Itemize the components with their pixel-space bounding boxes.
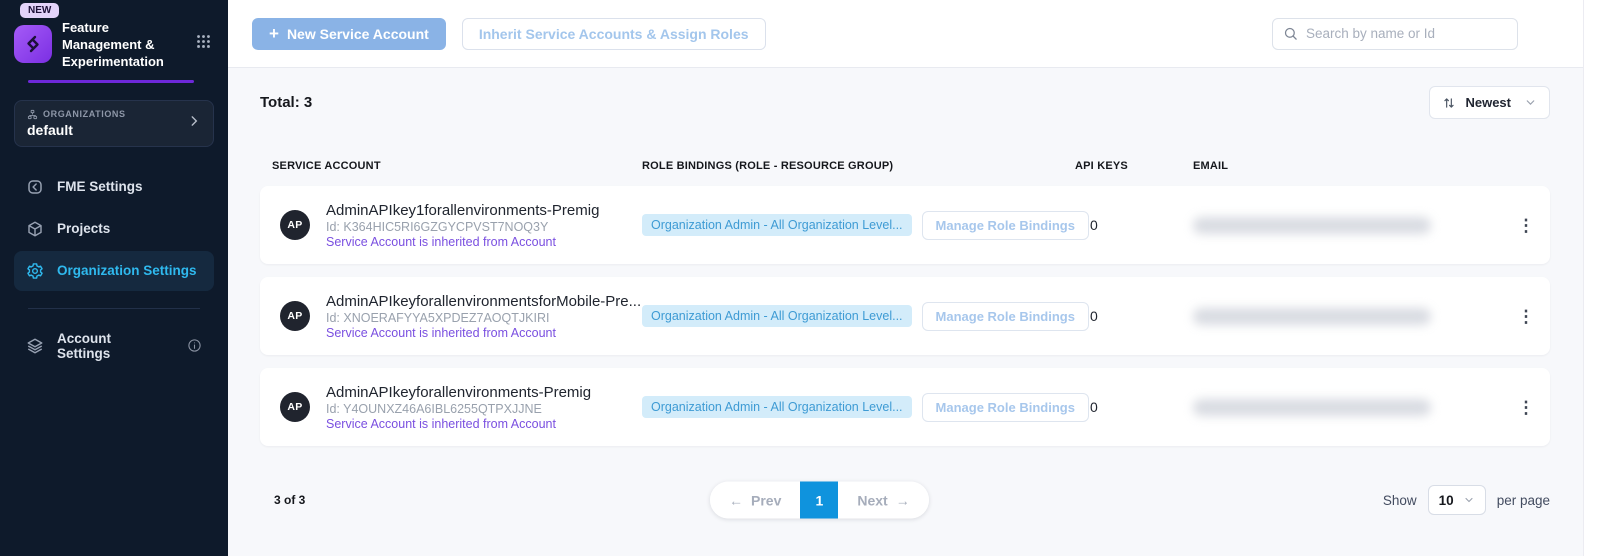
redacted-email: [1193, 217, 1431, 234]
next-page-button[interactable]: Next →: [838, 482, 928, 519]
chevron-down-icon: [1524, 96, 1537, 109]
sidebar: NEW Feature Management & Experimentation: [0, 0, 228, 556]
pagination-pill: ← Prev 1 Next →: [710, 482, 929, 519]
kebab-menu-icon[interactable]: ⋮: [1518, 308, 1535, 325]
sidebar-item-projects[interactable]: Projects: [14, 209, 214, 249]
manage-role-bindings-button[interactable]: Manage Role Bindings: [922, 393, 1089, 422]
pagination-bar: 3 of 3 ← Prev 1 Next → Show 10: [260, 485, 1550, 515]
organizations-label: ORGANIZATIONS: [43, 109, 126, 119]
role-binding-chip: Organization Admin - All Organization Le…: [642, 396, 912, 418]
brand-underline: [28, 80, 194, 83]
layers-icon: [26, 337, 44, 355]
arrow-right-icon: →: [896, 492, 910, 508]
product-title: Feature Management & Experimentation: [62, 20, 178, 71]
arrow-left-icon: ←: [729, 492, 743, 508]
pagination-count: 3 of 3: [260, 493, 305, 507]
api-keys-count: 0: [1075, 399, 1193, 415]
plus-icon: +: [269, 25, 279, 42]
avatar: AP: [280, 392, 310, 422]
kebab-menu-icon[interactable]: ⋮: [1518, 217, 1535, 234]
sidebar-item-label: Account Settings: [57, 331, 161, 361]
per-page-label: per page: [1497, 493, 1550, 508]
avatar: AP: [280, 301, 310, 331]
split-outline-icon: [26, 178, 44, 196]
chevron-down-icon: [1463, 494, 1475, 506]
manage-role-bindings-button[interactable]: Manage Role Bindings: [922, 211, 1089, 240]
prev-page-button[interactable]: ← Prev: [710, 482, 800, 519]
show-label: Show: [1383, 493, 1417, 508]
chevron-right-icon: [187, 114, 201, 133]
service-account-name[interactable]: AdminAPIkeyforallenvironments-Premig: [326, 384, 591, 401]
service-account-id: Id: Y4OUNXZ46A6IBL6255QTPXJJNE: [326, 402, 591, 416]
header-role-bindings: ROLE BINDINGS (ROLE - RESOURCE GROUP): [642, 160, 1075, 172]
sidebar-item-fme-settings[interactable]: FME Settings: [14, 167, 214, 207]
kebab-menu-icon[interactable]: ⋮: [1518, 399, 1535, 416]
sidebar-item-organization-settings[interactable]: Organization Settings: [14, 251, 214, 291]
sort-arrows-icon: [1442, 96, 1456, 110]
search-box: [1272, 18, 1518, 50]
inherited-note: Service Account is inherited from Accoun…: [326, 326, 641, 340]
page-size-value: 10: [1439, 493, 1454, 508]
inherited-note: Service Account is inherited from Accoun…: [326, 235, 599, 249]
nav-divider: [28, 308, 200, 309]
api-keys-count: 0: [1075, 308, 1193, 324]
main-area: + New Service Account Inherit Service Ac…: [228, 0, 1583, 556]
page-size-control: Show 10 per page: [1383, 485, 1550, 515]
new-badge: NEW: [20, 3, 59, 18]
header-email: EMAIL: [1193, 160, 1502, 172]
manage-role-bindings-button[interactable]: Manage Role Bindings: [922, 302, 1089, 331]
api-keys-count: 0: [1075, 217, 1193, 233]
service-account-id: Id: XNOERAFYYA5XPDEZ7AOQTJKIRI: [326, 311, 641, 325]
next-label: Next: [857, 492, 887, 508]
organization-switcher[interactable]: ORGANIZATIONS default: [14, 100, 214, 147]
organization-name: default: [27, 122, 126, 138]
topbar: + New Service Account Inherit Service Ac…: [228, 0, 1583, 68]
service-account-name[interactable]: AdminAPIkey1forallenvironments-Premig: [326, 202, 599, 219]
table-row: AP AdminAPIkey1forallenvironments-Premig…: [260, 186, 1550, 264]
sidebar-item-account-settings[interactable]: Account Settings: [14, 326, 214, 366]
sidebar-item-label: Organization Settings: [57, 263, 197, 278]
table-row: AP AdminAPIkeyforallenvironments-Premig …: [260, 368, 1550, 446]
page-size-select[interactable]: 10: [1428, 485, 1486, 515]
cube-icon: [26, 220, 44, 238]
new-service-account-label: New Service Account: [287, 26, 429, 42]
header-service-account: SERVICE ACCOUNT: [272, 160, 642, 172]
app-root: NEW Feature Management & Experimentation: [0, 0, 1600, 556]
new-service-account-button[interactable]: + New Service Account: [252, 18, 446, 50]
search-input[interactable]: [1306, 26, 1507, 41]
table-header-row: SERVICE ACCOUNT ROLE BINDINGS (ROLE - RE…: [260, 160, 1550, 172]
inherited-note: Service Account is inherited from Accoun…: [326, 417, 591, 431]
sort-value: Newest: [1465, 95, 1511, 110]
prev-label: Prev: [751, 492, 781, 508]
search-icon: [1283, 26, 1298, 41]
content: Total: 3 Newest SERVICE ACCOUNT: [228, 68, 1583, 556]
info-icon[interactable]: [187, 338, 202, 353]
total-count: Total: 3: [260, 94, 312, 111]
service-account-id: Id: K364HIC5RI6GZGYCPVST7NOQ3Y: [326, 220, 599, 234]
page-number-button[interactable]: 1: [800, 482, 838, 519]
sort-dropdown[interactable]: Newest: [1429, 86, 1550, 119]
redacted-email: [1193, 308, 1431, 325]
inherit-service-accounts-button[interactable]: Inherit Service Accounts & Assign Roles: [462, 18, 766, 50]
scroll-gutter: [1583, 0, 1600, 556]
sidebar-item-label: FME Settings: [57, 179, 143, 194]
split-logo-icon: [14, 25, 52, 63]
service-account-name[interactable]: AdminAPIkeyforallenvironmentsforMobile-P…: [326, 293, 641, 310]
redacted-email: [1193, 399, 1431, 416]
org-hierarchy-icon: [27, 109, 38, 120]
app-grid-icon[interactable]: [195, 33, 212, 55]
sidebar-item-label: Projects: [57, 221, 110, 236]
role-binding-chip: Organization Admin - All Organization Le…: [642, 214, 912, 236]
list-toolbar: Total: 3 Newest: [260, 86, 1550, 119]
header-api-keys: API KEYS: [1075, 160, 1193, 172]
role-binding-chip: Organization Admin - All Organization Le…: [642, 305, 912, 327]
table-row: AP AdminAPIkeyforallenvironmentsforMobil…: [260, 277, 1550, 355]
brand-area: NEW Feature Management & Experimentation: [0, 0, 228, 83]
sidebar-nav: FME Settings Projects Or: [0, 167, 228, 366]
avatar: AP: [280, 210, 310, 240]
gear-icon: [26, 262, 44, 280]
